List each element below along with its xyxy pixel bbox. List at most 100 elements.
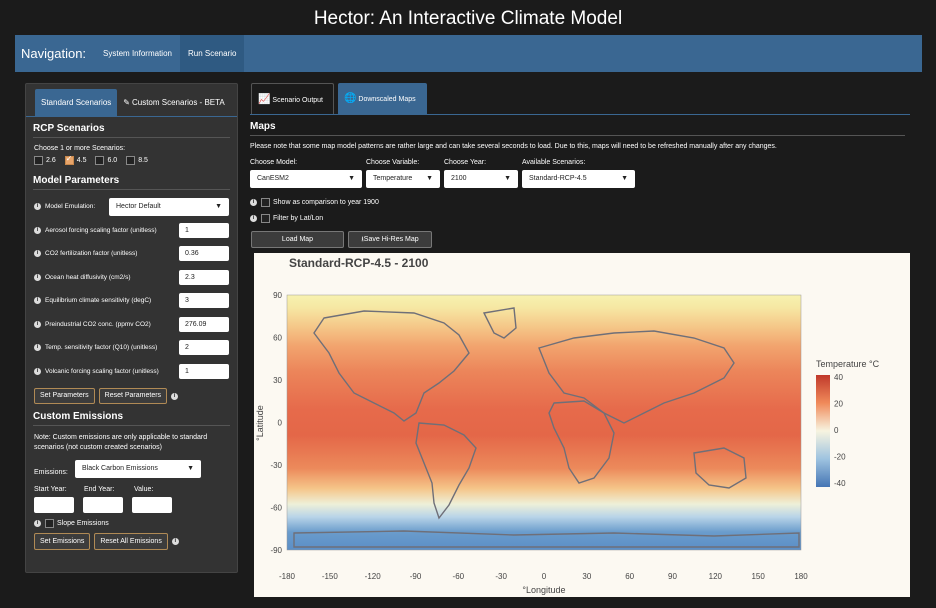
param-input[interactable]: 2.3 xyxy=(179,269,229,285)
y-tick-label: -90 xyxy=(270,546,282,555)
app-title: Hector: An Interactive Climate Model xyxy=(313,8,623,29)
model-label: Choose Model: xyxy=(250,159,298,166)
emulation-select[interactable]: Hector Default ▼ xyxy=(109,197,229,216)
set-emissions-button[interactable]: Set Emissions xyxy=(34,533,91,550)
param-label: Volcanic forcing scaling factor (unitles… xyxy=(45,367,159,375)
scenario-tabs: Standard Scenarios ✎ Custom Scenarios - B… xyxy=(26,84,237,117)
checkbox-6-0[interactable] xyxy=(95,156,105,165)
maps-title: Maps xyxy=(250,121,276,132)
colorbar-tick-label: 20 xyxy=(834,400,843,409)
year-value: 2100 xyxy=(451,175,467,182)
param-label: CO2 fertilization factor (unitless) xyxy=(45,250,138,258)
year-value-inputs xyxy=(26,493,237,513)
compare-row: i Show as comparison to year 1900 xyxy=(250,198,379,207)
info-icon[interactable]: i xyxy=(34,273,41,281)
checkbox-2-6[interactable] xyxy=(34,156,43,165)
param-label: Equilibrium climate sensitivity (degC) xyxy=(45,297,152,305)
slope-row: i Slope Emissions xyxy=(26,513,237,528)
nav-run-scenario[interactable]: Run Scenario xyxy=(179,35,245,72)
param-label: Ocean heat diffusivity (cm2/s) xyxy=(45,273,131,281)
set-parameters-button[interactable]: Set Parameters xyxy=(34,388,95,404)
tab-downscaled-maps[interactable]: 🌐 Downscaled Maps xyxy=(338,83,427,114)
scenario-value: Standard-RCP-4.5 xyxy=(529,175,587,182)
load-map-button[interactable]: Load Map xyxy=(251,231,344,248)
emissions-row: Emissions: Black Carbon Emissions ▼ xyxy=(26,453,237,478)
emulation-row: i Model Emulation: Hector Default ▼ xyxy=(26,195,237,219)
info-icon[interactable]: i xyxy=(250,215,257,222)
info-icon[interactable]: i xyxy=(34,297,41,305)
caret-down-icon: ▼ xyxy=(621,175,628,182)
info-icon[interactable]: i xyxy=(34,344,41,352)
param-input[interactable]: 1 xyxy=(179,222,229,238)
navbar: Navigation: System Information Run Scena… xyxy=(15,35,922,72)
year-select[interactable]: 2100 ▼ xyxy=(444,170,518,188)
info-icon[interactable]: i xyxy=(34,367,41,375)
variable-value: Temperature xyxy=(373,175,413,182)
param-input[interactable]: 3 xyxy=(179,293,229,309)
rcp-option-8-5[interactable]: 8.5 xyxy=(126,156,148,165)
x-tick-label: 150 xyxy=(751,572,765,581)
caret-down-icon: ▼ xyxy=(215,202,222,210)
param-input[interactable]: 2 xyxy=(179,340,229,356)
end-year-input[interactable] xyxy=(83,497,123,513)
rcp-option-2-6[interactable]: 2.6 xyxy=(34,156,56,165)
colorbar-tick-label: -40 xyxy=(834,479,846,488)
info-icon[interactable]: i xyxy=(171,392,179,400)
param-label: Temp. sensitivity factor (Q10) (unitless… xyxy=(45,344,158,352)
x-tick-label: 60 xyxy=(625,572,634,581)
start-year-input[interactable] xyxy=(34,497,74,513)
nav-system-information[interactable]: System Information xyxy=(95,35,180,72)
caret-down-icon: ▼ xyxy=(504,175,511,182)
info-icon[interactable]: i xyxy=(34,320,41,328)
reset-emissions-button[interactable]: Reset All Emissions xyxy=(94,533,168,550)
info-icon[interactable]: i xyxy=(34,203,41,211)
info-icon[interactable]: i xyxy=(34,250,41,258)
param-input[interactable]: 276.09 xyxy=(179,316,229,332)
compare-label: Show as comparison to year 1900 xyxy=(273,199,379,206)
reset-parameters-button[interactable]: Reset Parameters xyxy=(98,388,168,404)
param-input[interactable]: 0.36 xyxy=(179,246,229,262)
info-icon[interactable]: i xyxy=(34,520,41,527)
param-row: i Ocean heat diffusivity (cm2/s) 2.3 xyxy=(26,266,237,290)
tab-scenario-output[interactable]: 📈 Scenario Output xyxy=(251,83,334,114)
slope-checkbox[interactable] xyxy=(45,519,54,528)
params-title: Model Parameters xyxy=(33,175,120,186)
variable-select[interactable]: Temperature ▼ xyxy=(366,170,440,188)
emissions-label: Emissions: xyxy=(34,468,68,476)
tab-standard-scenarios[interactable]: Standard Scenarios xyxy=(35,89,118,116)
model-select[interactable]: CanESM2 ▼ xyxy=(250,170,362,188)
info-icon[interactable]: i xyxy=(250,199,257,206)
temperature-map[interactable]: 90 60 30 0 -30 -60 -90 -180 -150 -120 -90 -60 -30 0 3… xyxy=(254,253,910,597)
legend-title: Temperature °C xyxy=(816,359,880,369)
filter-checkbox[interactable] xyxy=(261,214,270,223)
value-input[interactable] xyxy=(132,497,172,513)
tab-custom-scenarios[interactable]: ✎ Custom Scenarios - BETA xyxy=(117,89,230,116)
rcp-prompt: Choose 1 or more Scenarios: xyxy=(34,145,126,152)
year-value-labels: Start Year: End Year: Value: xyxy=(26,478,237,493)
custom-emissions-title: Custom Emissions xyxy=(33,411,124,422)
info-icon[interactable]: i xyxy=(34,226,41,234)
save-map-button[interactable]: ⭳Save Hi-Res Map xyxy=(348,231,432,248)
rcp-option-6-0[interactable]: 6.0 xyxy=(95,156,117,165)
rcp-option-4-5[interactable]: 4.5 xyxy=(64,154,86,165)
tab-scenario-output-label: Scenario Output xyxy=(272,97,323,104)
model-value: CanESM2 xyxy=(257,175,289,182)
x-axis-label: °Longitude xyxy=(522,585,565,595)
param-input[interactable]: 1 xyxy=(179,363,229,379)
info-icon[interactable]: i xyxy=(171,538,179,545)
y-tick-label: 0 xyxy=(278,419,283,428)
param-label: Preindustrial CO2 conc. (ppmv CO2) xyxy=(45,320,151,328)
start-year-label: Start Year: xyxy=(34,486,67,493)
rcp-label: 8.5 xyxy=(138,157,148,164)
emissions-select[interactable]: Black Carbon Emissions ▼ xyxy=(75,460,201,478)
x-tick-label: -30 xyxy=(495,572,507,581)
compare-checkbox[interactable] xyxy=(261,198,270,207)
param-row: i Preindustrial CO2 conc. (ppmv CO2) 276.0… xyxy=(26,313,237,337)
colorbar-tick-label: 0 xyxy=(834,426,839,435)
x-tick-label: 0 xyxy=(542,572,547,581)
x-axis-ticks: -180 -150 -120 -90 -60 -30 0 30 60 90 120 150 180 xyxy=(279,572,808,581)
checkbox-8-5[interactable] xyxy=(126,156,136,165)
scenario-select[interactable]: Standard-RCP-4.5 ▼ xyxy=(522,170,635,188)
checkbox-4-5[interactable] xyxy=(64,154,74,165)
x-tick-label: -60 xyxy=(453,572,465,581)
